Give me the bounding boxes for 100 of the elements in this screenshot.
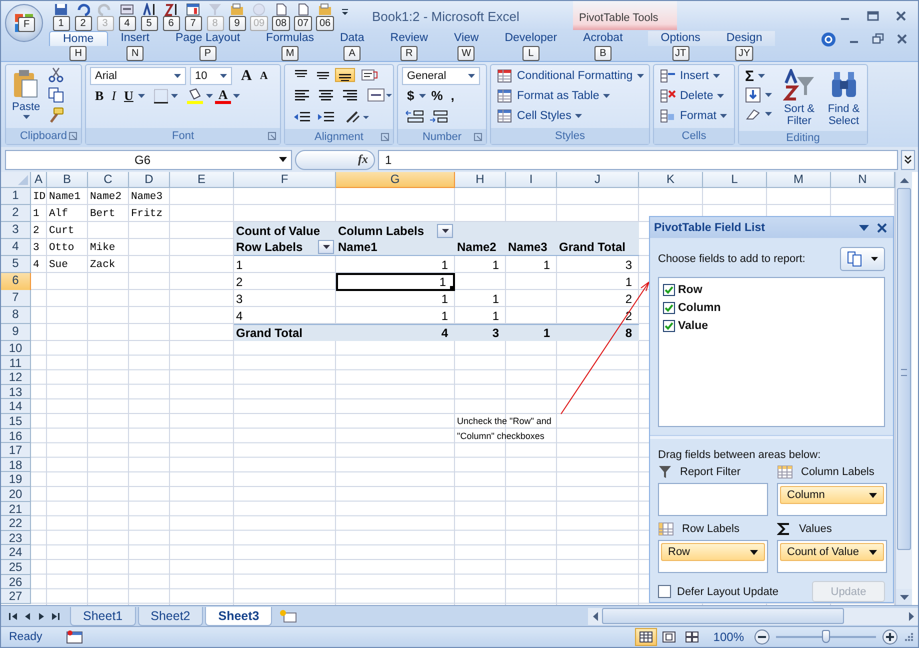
- first-sheet-icon[interactable]: [9, 612, 18, 620]
- scroll-right-icon[interactable]: [908, 612, 914, 620]
- sheet-row-number[interactable]: 27: [1, 589, 31, 604]
- zoom-out-icon[interactable]: [754, 629, 770, 645]
- close-icon[interactable]: [896, 33, 908, 45]
- dropdown-icon[interactable]: [859, 224, 869, 231]
- insert-button[interactable]: Insert: [658, 67, 722, 85]
- filter-dropdown-button[interactable]: [318, 240, 334, 254]
- form-icon[interactable]: [120, 3, 134, 16]
- caret-icon[interactable]: [138, 94, 146, 98]
- chart-icon[interactable]: [186, 3, 200, 16]
- sheet-row-number[interactable]: 4: [1, 239, 31, 256]
- font-size-field[interactable]: 10: [190, 67, 232, 85]
- sheet-column-letter[interactable]: G: [336, 172, 455, 188]
- sheet-row-number[interactable]: 12: [1, 370, 31, 385]
- comma-button[interactable]: ,: [448, 88, 458, 104]
- copy-icon[interactable]: [48, 87, 64, 103]
- ribbon-tab[interactable]: Acrobat: [570, 31, 636, 46]
- sheet-row-number[interactable]: 26: [1, 574, 31, 590]
- sheet-row-number[interactable]: 5: [1, 256, 31, 273]
- zoom-slider[interactable]: [776, 630, 876, 644]
- underline-button[interactable]: U: [121, 88, 136, 104]
- checkbox[interactable]: [663, 320, 675, 332]
- drop-area[interactable]: Count of Value: [777, 540, 887, 573]
- sheet-tab[interactable]: Sheet2: [138, 606, 204, 626]
- paintbrush-icon[interactable]: [48, 107, 64, 123]
- next-sheet-icon[interactable]: [37, 612, 46, 620]
- format-button[interactable]: Format: [658, 107, 730, 125]
- sheet-column-letter[interactable]: L: [703, 172, 767, 188]
- document-icon[interactable]: [274, 3, 288, 16]
- sheet-row-number[interactable]: 1: [1, 188, 31, 205]
- sheet-row-number[interactable]: 11: [1, 356, 31, 370]
- restore-icon[interactable]: [872, 33, 884, 45]
- bold-button[interactable]: B: [92, 88, 107, 104]
- sheet-row-number[interactable]: 17: [1, 443, 31, 458]
- scroll-down-icon[interactable]: [900, 594, 908, 600]
- sheet-column-letter[interactable]: J: [557, 172, 639, 188]
- checkbox[interactable]: [663, 302, 675, 314]
- folder-icon[interactable]: [318, 3, 332, 16]
- sheet-column-letter[interactable]: A: [31, 172, 47, 188]
- ribbon-tab[interactable]: Page Layout: [162, 31, 254, 46]
- drop-area[interactable]: Column: [777, 483, 887, 516]
- sheet-row-number[interactable]: 23: [1, 530, 31, 546]
- sheet-row-number[interactable]: 24: [1, 545, 31, 560]
- sheet-column-letter[interactable]: M: [767, 172, 831, 188]
- ribbon-tab[interactable]: Options: [648, 31, 714, 46]
- font-name-field[interactable]: Arial: [90, 67, 186, 85]
- sheet-tab[interactable]: Sheet3: [205, 606, 272, 626]
- grow-font-button[interactable]: A: [238, 68, 255, 84]
- italic-button[interactable]: I: [108, 88, 120, 104]
- sheet-row-number[interactable]: 16: [1, 428, 31, 444]
- previous-sheet-icon[interactable]: [23, 612, 32, 620]
- layout-button[interactable]: [840, 246, 885, 271]
- sheet-row-number[interactable]: 14: [1, 399, 31, 414]
- sheet-row-number[interactable]: 15: [1, 414, 31, 429]
- delete-button[interactable]: Delete: [658, 87, 726, 105]
- insert-function-button[interactable]: fx: [295, 150, 375, 170]
- sheet-row-number[interactable]: 9: [1, 324, 31, 341]
- find-select-button[interactable]: Find & Select: [824, 67, 863, 129]
- caret-icon[interactable]: [206, 94, 214, 98]
- merge-cells-icon[interactable]: [367, 87, 393, 103]
- sort-filter-button[interactable]: Sort & Filter: [780, 67, 818, 129]
- checkbox[interactable]: [658, 585, 671, 598]
- sheet-row-number[interactable]: 19: [1, 472, 31, 487]
- sheet-row-number[interactable]: 22: [1, 516, 31, 531]
- help-icon[interactable]: [821, 32, 836, 46]
- last-sheet-icon[interactable]: [51, 612, 60, 620]
- fill-button[interactable]: [743, 86, 774, 104]
- sheet-column-letter[interactable]: F: [234, 172, 336, 188]
- caret-icon[interactable]: [419, 94, 426, 98]
- maximize-icon[interactable]: [866, 10, 880, 22]
- autosum-button[interactable]: Σ: [743, 67, 774, 85]
- dialog-launcher-icon[interactable]: [268, 132, 276, 140]
- sheet-column-letter[interactable]: I: [506, 172, 557, 188]
- close-icon[interactable]: [894, 10, 908, 22]
- ribbon-tab[interactable]: Data: [326, 31, 378, 46]
- scroll-up-icon[interactable]: [900, 178, 908, 182]
- office-button[interactable]: F: [5, 4, 43, 42]
- scissors-icon[interactable]: [48, 67, 64, 83]
- ribbon-tab[interactable]: Insert: [108, 31, 162, 46]
- ribbon-tab[interactable]: Developer: [492, 31, 570, 46]
- scroll-left-icon[interactable]: [592, 612, 598, 620]
- name-box[interactable]: G6: [5, 150, 292, 170]
- ribbon-tab[interactable]: Home: [49, 31, 108, 46]
- sheet-row-number[interactable]: 8: [1, 307, 31, 324]
- percent-button[interactable]: %: [428, 88, 446, 104]
- paste-button[interactable]: Paste: [10, 67, 42, 121]
- currency-button[interactable]: $: [404, 88, 418, 104]
- sheet-row-number[interactable]: 20: [1, 486, 31, 502]
- field-chip[interactable]: Column: [780, 486, 884, 504]
- horizontal-scrollbar[interactable]: [588, 608, 918, 624]
- sheet-row-number[interactable]: 13: [1, 384, 31, 400]
- normal-view-button[interactable]: [635, 628, 658, 646]
- dialog-launcher-icon[interactable]: [69, 132, 77, 140]
- align-bottom-button[interactable]: [335, 68, 355, 82]
- record-macro-icon[interactable]: [66, 630, 84, 644]
- dialog-launcher-icon[interactable]: [474, 132, 482, 140]
- font-color-button[interactable]: A: [215, 88, 231, 104]
- format-as-table-button[interactable]: Format as Table: [495, 87, 612, 105]
- sheet-column-letter[interactable]: N: [831, 172, 895, 188]
